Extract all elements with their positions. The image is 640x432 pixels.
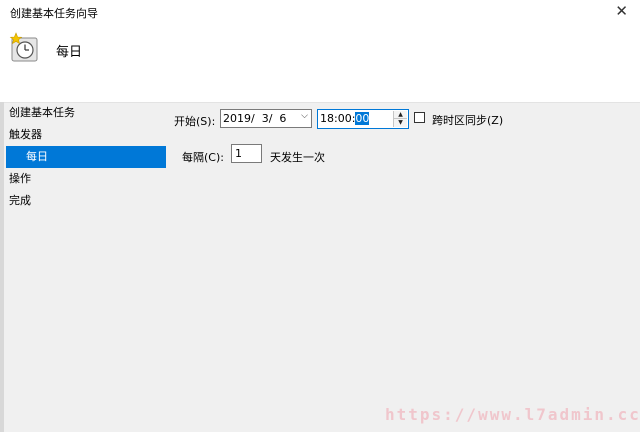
wizard-steps-nav: 创建基本任务 触发器 每日 操作 完成 [4,102,166,212]
title-bar: 创建基本任务向导 ✕ [0,0,640,24]
window-title: 创建基本任务向导 [10,7,98,20]
task-wizard-window: 创建基本任务向导 ✕ 每日 创建基本任务 触发器 每日 操作 完成 开始(S):… [0,0,640,432]
clock-icon [9,32,38,62]
nav-item-finish[interactable]: 完成 [4,190,166,212]
wizard-header: 每日 [0,24,640,103]
interval-label: 每隔(C): [182,151,224,164]
start-time-selected: 00 [355,112,370,125]
nav-item-action[interactable]: 操作 [4,168,166,190]
sync-timezone-label[interactable]: 跨时区同步(Z) [432,112,503,128]
start-date-picker[interactable]: 2019/ 3/ 6 ⌵ [220,109,312,128]
time-spinner[interactable]: ▲ ▼ [393,111,407,127]
spin-down-icon[interactable]: ▼ [394,119,407,127]
start-time-input[interactable]: 18:00:00 ▲ ▼ [317,109,409,129]
nav-item-create-basic-task[interactable]: 创建基本任务 [4,102,166,124]
start-time-text: 18:00:00 [320,112,370,125]
start-date-value: 2019/ 3/ 6 [223,112,287,125]
start-label: 开始(S): [174,115,216,128]
interval-suffix: 天发生一次 [270,151,325,164]
interval-value: 1 [235,147,242,160]
spin-up-icon[interactable]: ▲ [394,111,407,119]
page-heading: 每日 [56,45,83,60]
watermark: https://www.l7admin.cc [385,405,640,424]
start-time-prefix: 18:00: [320,112,356,125]
chevron-down-icon[interactable]: ⌵ [301,111,308,121]
sync-timezone-checkbox[interactable] [414,112,425,123]
interval-input[interactable]: 1 [231,144,262,163]
nav-item-trigger[interactable]: 触发器 [4,124,166,146]
nav-item-daily[interactable]: 每日 [6,146,166,168]
close-icon[interactable]: ✕ [615,2,628,20]
